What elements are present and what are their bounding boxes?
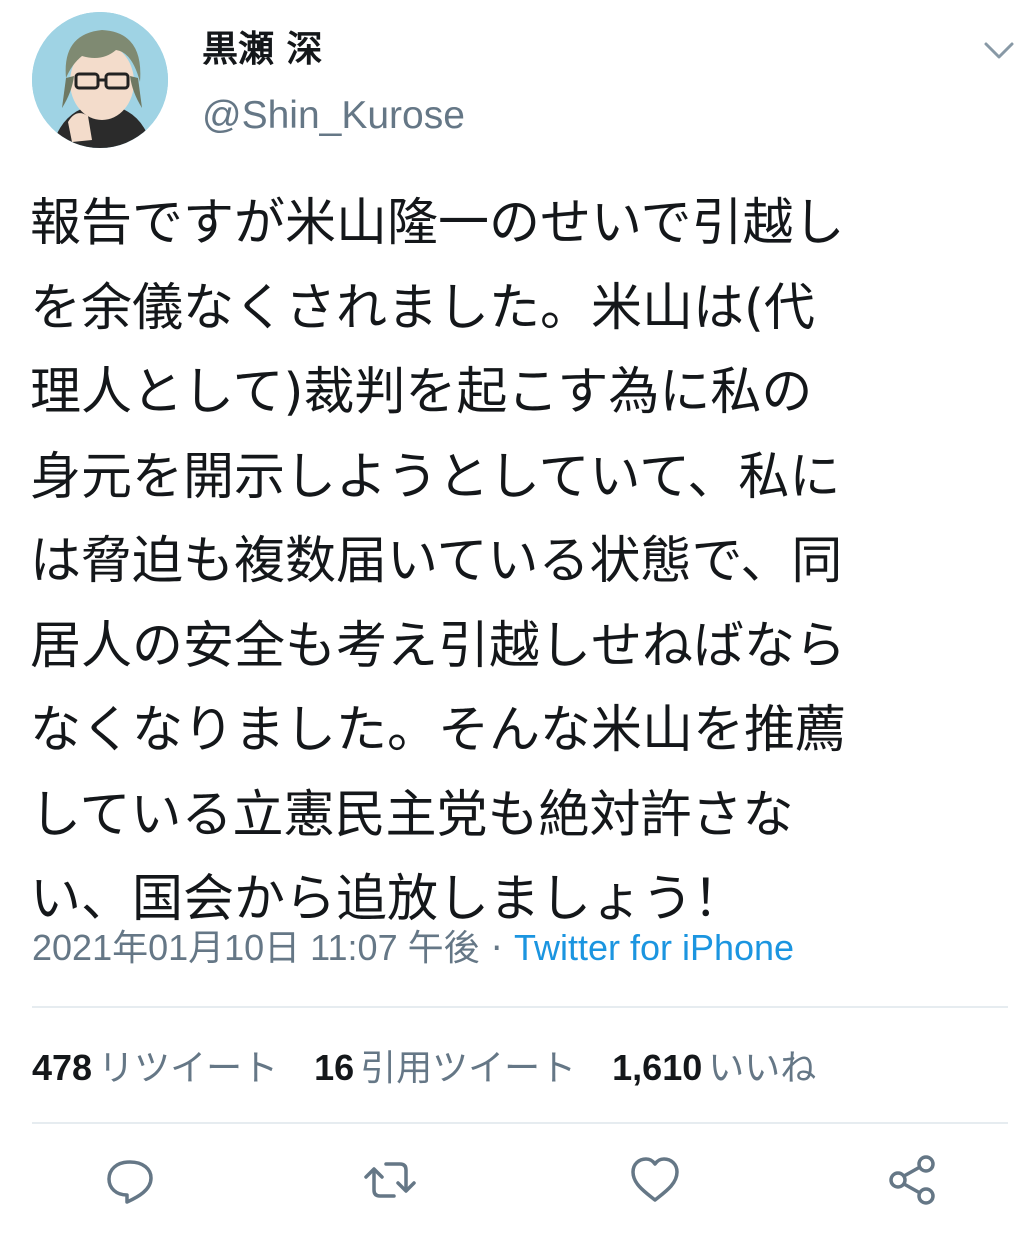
avatar-anime-glasses-icon [32, 12, 168, 148]
more-options-button[interactable] [982, 40, 1016, 62]
likes-stat[interactable]: 1,610 いいね [612, 1040, 816, 1097]
tweet-meta: 2021年01月10日 11:07 午後 · Twitter for iPhon… [32, 920, 794, 977]
display-name[interactable]: 黒瀬 深 [202, 22, 323, 78]
retweet-label: リツイート [98, 1048, 279, 1089]
divider [32, 1122, 1008, 1124]
retweet-icon [364, 1162, 416, 1198]
source-link[interactable]: Twitter for iPhone [514, 927, 794, 968]
tweet-line: を余儀なくされました。米山は(代 [30, 278, 815, 338]
like-button[interactable] [625, 1150, 685, 1210]
tweet-text: 報告ですが米山隆一のせいで引越し を余儀なくされました。米山は(代 理人として)… [30, 182, 1010, 943]
divider [32, 1006, 1008, 1008]
like-count: 1,610 [612, 1047, 703, 1088]
avatar[interactable] [32, 12, 168, 148]
tweet-line: 身元を開示しようとしていて、私に [30, 447, 841, 507]
tweet-line: は脅迫も複数届いている状態で、同 [30, 532, 843, 591]
tweet-stats: 478 リツイート 16 引用ツイート 1,610 いいね [32, 1040, 852, 1097]
retweets-stat[interactable]: 478 リツイート [32, 1040, 278, 1097]
share-icon [889, 1155, 935, 1205]
tweet-line: 理人として)裁判を起こす為に私の [30, 363, 813, 422]
tweet-line: している立憲民主党も絶対許さな [30, 785, 794, 845]
meta-separator: · [479, 928, 514, 969]
quotes-stat[interactable]: 16 引用ツイート [314, 1040, 576, 1097]
like-label: いいね [708, 1048, 817, 1089]
tweet-line: 居人の安全も考え引越しせねばなら [30, 616, 847, 676]
timestamp-link[interactable]: 2021年01月10日 11:07 午後 [32, 927, 480, 968]
share-button[interactable] [882, 1150, 942, 1210]
tweet-line: 報告ですが米山隆一のせいで引越し [30, 194, 845, 253]
retweet-button[interactable] [360, 1150, 420, 1210]
like-icon [631, 1157, 679, 1202]
reply-button[interactable] [100, 1150, 160, 1210]
reply-icon [107, 1160, 153, 1204]
user-handle[interactable]: @Shin_Kurose [202, 88, 465, 144]
quote-count: 16 [314, 1047, 355, 1088]
retweet-count: 478 [32, 1047, 93, 1088]
tweet-line: なくなりました。そんな米山を推薦 [30, 701, 847, 760]
chevron-down-icon [984, 42, 1014, 59]
quote-label: 引用ツイート [360, 1048, 577, 1089]
